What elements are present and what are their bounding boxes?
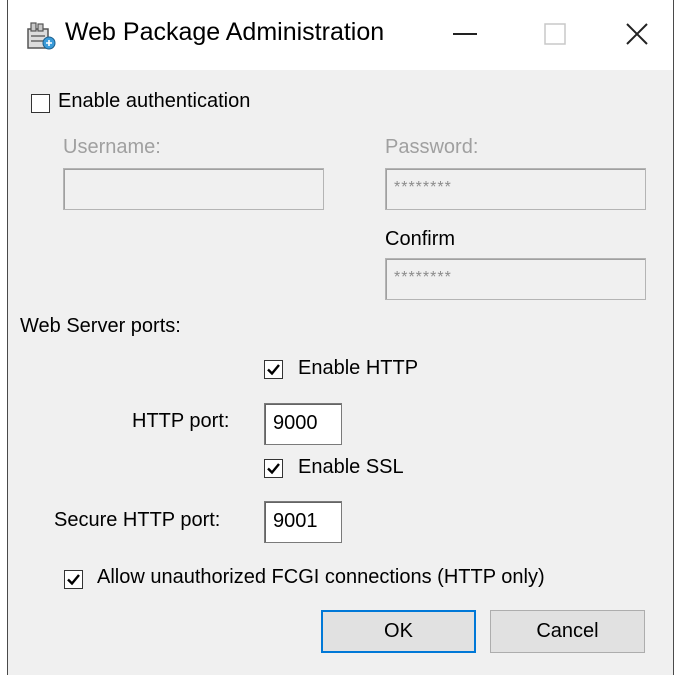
- http-port-input[interactable]: 9000: [264, 403, 342, 445]
- dialog-window: Web Package Administration Enable authen…: [7, 0, 674, 675]
- close-icon: [626, 23, 648, 45]
- checkmark-icon: [67, 574, 80, 586]
- enable-ssl-label: Enable SSL: [298, 456, 404, 478]
- checkmark-icon: [267, 463, 280, 475]
- close-button[interactable]: [600, 0, 674, 68]
- confirm-label: Confirm: [385, 228, 456, 250]
- enable-authentication-label: Enable authentication: [58, 90, 251, 112]
- web-server-ports-heading: Web Server ports:: [20, 315, 181, 337]
- password-value: ********: [394, 179, 452, 196]
- http-port-value: 9000: [273, 412, 318, 434]
- title-bar[interactable]: Web Package Administration: [8, 0, 673, 70]
- ok-button[interactable]: OK: [321, 610, 476, 653]
- cancel-button[interactable]: Cancel: [490, 610, 645, 653]
- maximize-icon: [544, 23, 566, 45]
- secure-http-port-label: Secure HTTP port:: [54, 509, 221, 531]
- http-port-label: HTTP port:: [132, 410, 230, 432]
- enable-http-checkbox[interactable]: [264, 360, 283, 379]
- password-field[interactable]: ********: [385, 168, 646, 210]
- minimize-icon: [453, 33, 477, 35]
- secure-http-port-input[interactable]: 9001: [264, 501, 342, 543]
- maximize-button: [510, 0, 600, 68]
- username-label: Username:: [63, 136, 161, 158]
- dialog-content: Enable authentication Username: Password…: [8, 70, 673, 675]
- confirm-value: ********: [394, 269, 452, 286]
- package-admin-icon: [25, 20, 57, 52]
- enable-ssl-checkbox[interactable]: [264, 459, 283, 478]
- window-title: Web Package Administration: [65, 18, 385, 46]
- password-label: Password:: [385, 136, 479, 158]
- allow-fcgi-label: Allow unauthorized FCGI connections (HTT…: [97, 566, 545, 588]
- enable-http-label: Enable HTTP: [298, 357, 419, 379]
- enable-authentication-checkbox[interactable]: [31, 94, 50, 113]
- allow-fcgi-checkbox[interactable]: [64, 570, 83, 589]
- minimize-button[interactable]: [420, 0, 510, 68]
- username-field[interactable]: [63, 168, 324, 210]
- secure-http-port-value: 9001: [273, 510, 318, 532]
- checkmark-icon: [267, 364, 280, 376]
- confirm-password-field[interactable]: ********: [385, 258, 646, 300]
